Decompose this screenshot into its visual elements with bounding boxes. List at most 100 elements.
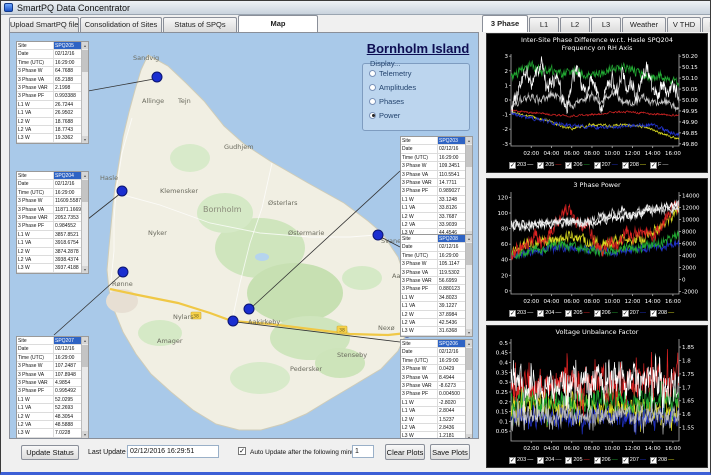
row-label: Date (17, 180, 54, 187)
save-plots-button[interactable]: Save Plots (430, 444, 470, 460)
legend-checkbox-207[interactable]: ✓ (594, 162, 601, 169)
legend-checkbox-206[interactable]: ✓ (565, 162, 572, 169)
site-table-spq206[interactable]: SiteSPQ206Date02/12/16Time (UTC)16:29:00… (400, 339, 473, 439)
table-row: 3 Phase PF0.995492 (17, 387, 88, 395)
legend-checkbox-207[interactable]: ✓ (622, 457, 629, 464)
scroll-down-icon[interactable]: ▾ (82, 266, 88, 273)
scroll-up-icon[interactable]: ▴ (82, 42, 88, 49)
display-option-amplitudes[interactable]: Amplitudes (369, 82, 469, 92)
row-value: -2.8020 (438, 399, 467, 406)
tab-upload-smartpq-files[interactable]: Upload SmartPQ files (9, 17, 79, 32)
radio-icon (369, 98, 376, 105)
scroll-thumb[interactable] (466, 348, 472, 370)
tab-i-thd[interactable]: I THD (702, 17, 711, 32)
row-label: 3 Phase VAR (401, 382, 438, 389)
clear-plots-button[interactable]: Clear Plots (385, 444, 425, 460)
row-value: SPQ207 (54, 337, 83, 344)
row-label: Date (401, 145, 438, 152)
table-row: SiteSPQ203 (401, 137, 472, 145)
site-table-spq203[interactable]: SiteSPQ203Date02/12/16Time (UTC)16:29:00… (400, 136, 473, 239)
auto-update-minutes-field[interactable] (352, 445, 374, 458)
row-label: 3 Phase W (401, 260, 438, 267)
table-scrollbar[interactable]: ▴▾ (81, 42, 88, 143)
tab-l2[interactable]: L2 (560, 17, 590, 32)
legend-checkbox-205[interactable]: ✓ (565, 310, 572, 317)
scroll-up-icon[interactable]: ▴ (82, 337, 88, 344)
display-option-phases[interactable]: Phases (369, 96, 469, 106)
tab-status-of-spqs[interactable]: Status of SPQs (163, 17, 237, 32)
row-label: L1 W (17, 101, 54, 108)
chart-3-phase-power: ✓203—✓204—✓205—✓206—✓207—✓208— (486, 178, 708, 321)
site-table-spq204[interactable]: SiteSPQ204Date02/12/16Time (UTC)16:29:00… (16, 171, 89, 274)
legend-checkbox-208[interactable]: ✓ (622, 162, 629, 169)
table-row: L1 VA33.8126 (401, 204, 472, 212)
legend-checkbox-203[interactable]: ✓ (509, 457, 516, 464)
table-scrollbar[interactable]: ▴▾ (465, 235, 472, 336)
table-row: Time (UTC)16:29:00 (17, 354, 88, 362)
row-value: 18.7743 (54, 126, 83, 133)
tab-v-thd[interactable]: V THD (667, 17, 701, 32)
legend-checkbox-205[interactable]: ✓ (537, 162, 544, 169)
scroll-up-icon[interactable]: ▴ (466, 340, 472, 347)
scroll-down-icon[interactable]: ▾ (466, 329, 472, 336)
row-label: 3 Phase W (401, 365, 438, 372)
row-value: 7.0228 (54, 429, 83, 436)
table-row: 3 Phase W105.1147 (401, 260, 472, 268)
row-value: 16:29:00 (438, 252, 467, 259)
table-row: L2 VA42.5436 (401, 319, 472, 327)
scroll-up-icon[interactable]: ▴ (82, 172, 88, 179)
legend-checkbox-203[interactable]: ✓ (509, 162, 516, 169)
table-row: L3 W7.0228 (17, 429, 88, 437)
scroll-up-icon[interactable]: ▴ (466, 235, 472, 242)
title-bar[interactable]: SmartPQ Data Concentrator (1, 1, 711, 15)
tab-weather[interactable]: Weather (622, 17, 666, 32)
site-table-spq205[interactable]: SiteSPQ205Date02/12/16Time (UTC)16:29:00… (16, 41, 89, 144)
legend-label: 203 (517, 457, 526, 463)
legend-label: 203 (517, 162, 526, 168)
scroll-thumb[interactable] (82, 345, 88, 367)
row-label: 3 Phase W (17, 67, 54, 74)
legend-checkbox-206[interactable]: ✓ (594, 457, 601, 464)
scroll-thumb[interactable] (82, 50, 88, 72)
legend-checkbox-206[interactable]: ✓ (594, 310, 601, 317)
legend-checkbox-204[interactable]: ✓ (537, 457, 544, 464)
site-table-spq208[interactable]: SiteSPQ208Date02/12/16Time (UTC)16:29:00… (400, 234, 473, 337)
display-option-telemetry[interactable]: Telemetry (369, 68, 469, 78)
table-row: Time (UTC)16:29:00 (17, 189, 88, 197)
row-label: Time (UTC) (17, 59, 54, 66)
scroll-thumb[interactable] (466, 145, 472, 167)
legend-label: 207 (630, 457, 639, 463)
table-row: 3 Phase VAR2.1998 (17, 84, 88, 92)
scroll-thumb[interactable] (82, 180, 88, 202)
scroll-down-icon[interactable]: ▾ (82, 136, 88, 143)
table-scrollbar[interactable]: ▴▾ (81, 172, 88, 273)
tab-l1[interactable]: L1 (529, 17, 559, 32)
row-label: L2 W (17, 248, 54, 255)
row-value: 33.1248 (438, 196, 467, 203)
last-update-field[interactable] (127, 445, 219, 458)
table-scrollbar[interactable]: ▴▾ (81, 337, 88, 438)
legend-checkbox-208[interactable]: ✓ (650, 457, 657, 464)
site-table-spq207[interactable]: SiteSPQ207Date02/12/16Time (UTC)16:29:00… (16, 336, 89, 439)
table-scrollbar[interactable]: ▴▾ (465, 137, 472, 238)
table-row: L3 W1.2181 (401, 432, 472, 439)
row-label: 3 Phase W (17, 362, 54, 369)
tab-consolidation-of-sites[interactable]: Consolidation of Sites (80, 17, 162, 32)
update-status-button[interactable]: Update Status (21, 445, 79, 460)
scroll-thumb[interactable] (466, 243, 472, 265)
scroll-up-icon[interactable]: ▴ (466, 137, 472, 144)
auto-update-checkbox[interactable]: ✓ (238, 447, 246, 455)
display-option-power[interactable]: Power (369, 110, 469, 120)
tab-map[interactable]: Map (238, 15, 318, 32)
legend-checkbox-204[interactable]: ✓ (537, 310, 544, 317)
legend-checkbox-203[interactable]: ✓ (509, 310, 516, 317)
legend-checkbox-f[interactable]: ✓ (650, 162, 657, 169)
tab-l3[interactable]: L3 (591, 17, 621, 32)
tab-3-phase[interactable]: 3 Phase (482, 15, 528, 32)
legend-checkbox-208[interactable]: ✓ (650, 310, 657, 317)
legend-checkbox-207[interactable]: ✓ (622, 310, 629, 317)
scroll-down-icon[interactable]: ▾ (82, 431, 88, 438)
legend-checkbox-205[interactable]: ✓ (565, 457, 572, 464)
row-label: 3 Phase VA (401, 171, 438, 178)
table-scrollbar[interactable]: ▴▾ (465, 340, 472, 439)
